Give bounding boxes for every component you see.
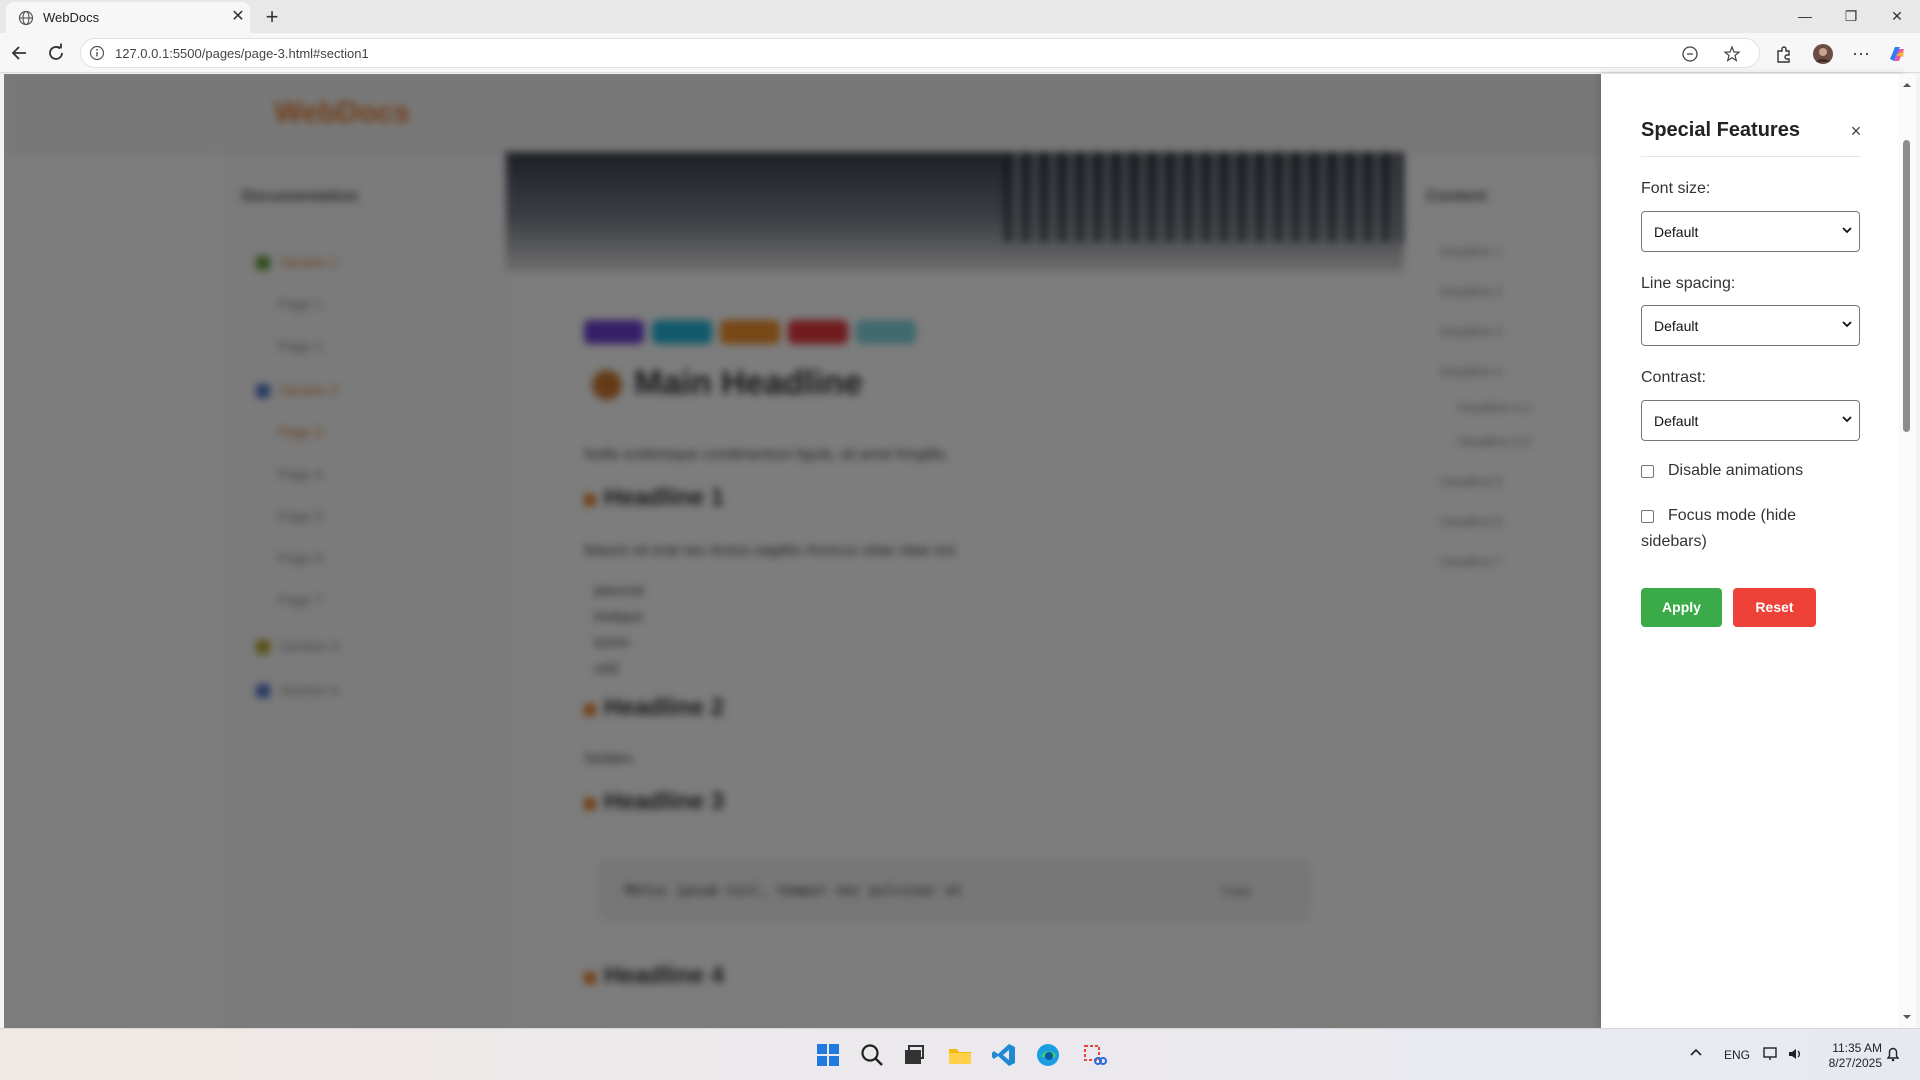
- new-tab-button[interactable]: +: [258, 3, 286, 31]
- apply-button[interactable]: Apply: [1641, 588, 1722, 627]
- extensions-icon[interactable]: [1772, 43, 1794, 65]
- line-spacing-value: Default: [1654, 318, 1699, 334]
- refresh-icon[interactable]: [42, 39, 70, 67]
- close-window-icon[interactable]: ✕: [1874, 0, 1920, 33]
- edge-icon[interactable]: [1034, 1041, 1062, 1069]
- line-spacing-select[interactable]: Default: [1641, 305, 1860, 346]
- divider: [1641, 156, 1861, 157]
- scroll-up-icon[interactable]: [1902, 80, 1912, 90]
- chevron-down-icon: [1842, 321, 1852, 328]
- special-features-panel: Special Features × Font size: Default Li…: [1601, 74, 1906, 1028]
- browser-tab[interactable]: WebDocs ✕: [6, 2, 250, 33]
- clock[interactable]: 11:35 AM 8/27/2025: [1812, 1041, 1882, 1071]
- more-options-icon[interactable]: ···: [1850, 43, 1872, 65]
- globe-icon: [18, 10, 34, 26]
- network-icon[interactable]: [1762, 1045, 1780, 1063]
- minimize-icon[interactable]: —: [1782, 0, 1828, 33]
- url-field[interactable]: 127.0.0.1:5500/pages/page-3.html#section…: [80, 38, 1760, 68]
- task-view-icon[interactable]: [900, 1041, 928, 1069]
- tab-bar: WebDocs ✕ + — ❐ ✕: [0, 0, 1920, 33]
- chevron-up-icon[interactable]: [1688, 1045, 1704, 1061]
- vscode-icon[interactable]: [990, 1041, 1018, 1069]
- panel-title: Special Features: [1641, 119, 1800, 141]
- notification-bell-icon[interactable]: [1884, 1045, 1902, 1063]
- site-info-icon[interactable]: [89, 45, 105, 61]
- language-indicator[interactable]: ENG: [1724, 1048, 1750, 1062]
- contrast-value: Default: [1654, 413, 1699, 429]
- file-explorer-icon[interactable]: [946, 1041, 974, 1069]
- tab-title: WebDocs: [43, 10, 100, 25]
- address-bar-row: 127.0.0.1:5500/pages/page-3.html#section…: [0, 33, 1920, 73]
- immersive-reader-icon[interactable]: [1681, 45, 1699, 63]
- chevron-down-icon: [1842, 227, 1852, 234]
- focus-mode-label[interactable]: Focus mode (hide sidebars): [1641, 503, 1831, 555]
- taskbar: ENG 11:35 AM 8/27/2025: [0, 1028, 1920, 1080]
- url-text[interactable]: 127.0.0.1:5500/pages/page-3.html#section…: [115, 46, 369, 61]
- disable-animations-checkbox[interactable]: [1641, 465, 1654, 478]
- back-icon[interactable]: [6, 39, 34, 67]
- chevron-down-icon: [1842, 416, 1852, 423]
- restore-icon[interactable]: ❐: [1828, 0, 1874, 33]
- reset-button[interactable]: Reset: [1733, 588, 1816, 627]
- snipping-tool-icon[interactable]: [1080, 1041, 1108, 1069]
- scrollbar[interactable]: [1898, 74, 1916, 1028]
- copilot-icon[interactable]: [1886, 43, 1908, 65]
- close-icon[interactable]: ×: [1843, 118, 1869, 144]
- contrast-select[interactable]: Default: [1641, 400, 1860, 441]
- disable-animations-label[interactable]: Disable animations: [1668, 458, 1868, 484]
- start-icon[interactable]: [814, 1041, 842, 1069]
- scroll-down-icon[interactable]: [1902, 1012, 1912, 1022]
- font-size-label: Font size:: [1641, 180, 1711, 197]
- volume-icon[interactable]: [1786, 1045, 1804, 1063]
- favorite-star-icon[interactable]: [1723, 45, 1741, 63]
- line-spacing-label: Line spacing:: [1641, 275, 1736, 292]
- font-size-select[interactable]: Default: [1641, 211, 1860, 252]
- search-icon[interactable]: [858, 1041, 886, 1069]
- contrast-label: Contrast:: [1641, 369, 1706, 386]
- font-size-value: Default: [1654, 224, 1699, 240]
- scrollbar-thumb[interactable]: [1903, 140, 1910, 432]
- clock-date: 8/27/2025: [1828, 1056, 1882, 1070]
- tab-close-icon[interactable]: ✕: [228, 7, 248, 27]
- avatar[interactable]: [1812, 43, 1834, 65]
- clock-time: 11:35 AM: [1832, 1041, 1882, 1055]
